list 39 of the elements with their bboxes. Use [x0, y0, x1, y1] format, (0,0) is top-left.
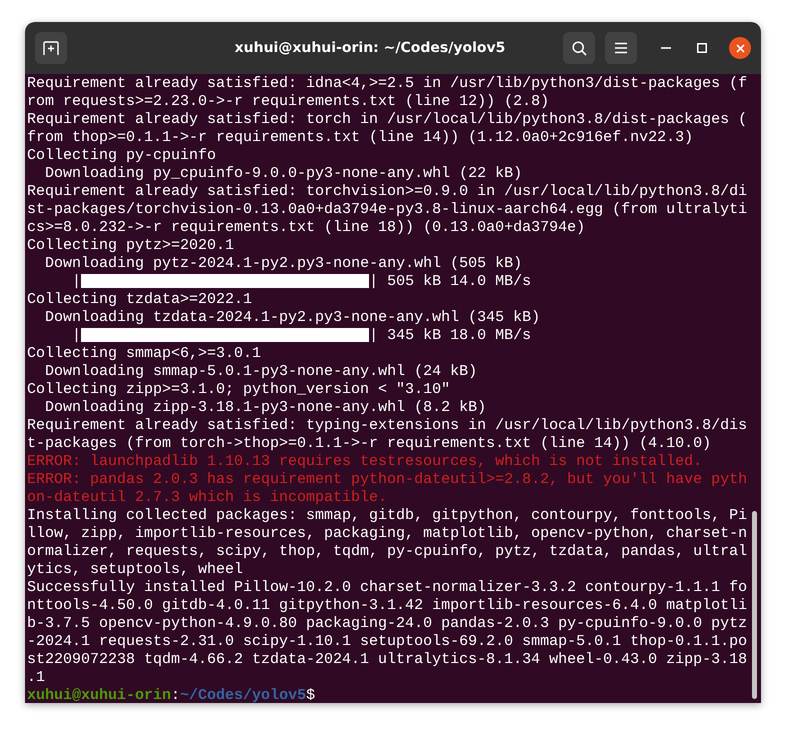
output-line: Downloading zipp-3.18.1-py3-none-any.whl (8.2 kB)	[44, 399, 486, 416]
output-line: Downloading py_cpuinfo-9.0.0-py3-none-any.whl (22 kB)	[44, 165, 522, 182]
window-title: xuhui@xuhui-orin: ~/Codes/yolov5	[234, 40, 506, 56]
download-progress-text: | 345 kB 18.0 MB/s	[369, 327, 532, 344]
output-line: Downloading smmap-5.0.1-py3-none-any.whl (24 kB)	[44, 363, 478, 380]
search-button[interactable]	[563, 32, 595, 64]
search-icon	[572, 40, 586, 56]
new-tab-button[interactable]	[35, 32, 67, 64]
output-line: Requirement already satisfied: torchvision>=0.9.0 in /usr/local/lib/python3.8/dist-packages/torchvision-0.13.0a0+da3794e-py3.8-linux-aarch64.egg (from ultralytics>=8.0.232->-r requirements.txt (line 18)) (0.13.0a0+da3794e)	[27, 183, 748, 236]
output-line: Collecting pytz>=2020.1	[27, 237, 234, 254]
output-line: Successfully installed Pillow-10.2.0 charset-normalizer-3.3.2 contourpy-1.1.1 fonttools-4.50.0 gitdb-4.0.11 gitpython-3.1.42 importlib-resources-6.4.0 matplotlib-3.7.5 opencv-python-4.9.0.80 packaging-24.0 pandas-2.0.3 py-cpuinfo-9.0.0 pytz-2024.1 requests-2.31.0 scipy-1.10.1 setuptools-69.2.0 smmap-5.0.1 thop-0.1.1.post2209072238 tqdm-4.66.2 tzdata-2024.1 ultralytics-8.1.34 wheel-0.43.0 zipp-3.18.1	[27, 579, 748, 686]
output-line: Downloading tzdata-2024.1-py2.py3-none-any.whl (345 kB)	[44, 309, 540, 326]
output-line: Requirement already satisfied: torch in /usr/local/lib/python3.8/dist-packages (from thop>=0.1.1->-r requirements.txt (line 14)) (1.12.0a0+2c916ef.nv22.3)	[27, 111, 748, 146]
download-progress-text: | 505 kB 14.0 MB/s	[369, 273, 532, 290]
terminal-area[interactable]	[25, 74, 761, 703]
close-icon	[736, 44, 744, 52]
menu-icon	[614, 42, 628, 54]
minimize-icon	[661, 47, 671, 49]
output-line: Downloading pytz-2024.1-py2.py3-none-any.whl (505 kB)	[44, 255, 522, 272]
output-line: Collecting smmap<6,>=3.0.1	[27, 345, 262, 362]
scrollbar-thumb[interactable]	[752, 511, 757, 699]
prompt-user-host: xuhui@xuhui-orin	[27, 687, 172, 703]
progress-bar-edge: |	[71, 327, 82, 344]
maximize-icon	[697, 43, 707, 53]
prompt-path: ~/Codes/yolov5	[180, 687, 306, 703]
output-line: Collecting tzdata>=2022.1	[27, 291, 252, 308]
close-button[interactable]	[729, 37, 751, 59]
error-line: ERROR: launchpadlib 1.10.13 requires testresources, which is not installed.	[27, 453, 702, 470]
menu-button[interactable]	[605, 32, 637, 64]
output-line: Collecting py-cpuinfo	[27, 147, 216, 164]
output-line: Requirement already satisfied: typing-extensions in /usr/local/lib/python3.8/dist-packages (from torch->thop>=0.1.1->-r requirements.txt (line 14)) (4.10.0)	[27, 417, 748, 452]
prompt-symbol: $	[306, 687, 316, 703]
output-line: Installing collected packages: smmap, gitdb, gitpython, contourpy, fonttools, Pillow, zipp, importlib-resources, packaging, matplotlib, opencv-python, charset-normalizer, requests, scipy, thop, tqdm, py-cpuinfo, pytz, tzdata, pandas, ultralytics, setuptools, wheel	[27, 507, 748, 578]
progress-bar-edge: |	[71, 273, 82, 290]
prompt-separator: :	[171, 687, 180, 703]
new-tab-icon	[43, 41, 59, 55]
output-line: Collecting zipp>=3.1.0; python_version < "3.10"	[27, 381, 450, 398]
output-line: Requirement already satisfied: idna<4,>=2.5 in /usr/lib/python3/dist-packages (from requests>=2.23.0->-r requirements.txt (line 12)) (2.8)	[27, 75, 748, 110]
error-line: ERROR: pandas 2.0.3 has requirement python-dateutil>=2.8.2, but you'll have python-dateutil 2.7.3 which is incompatible.	[27, 471, 748, 506]
